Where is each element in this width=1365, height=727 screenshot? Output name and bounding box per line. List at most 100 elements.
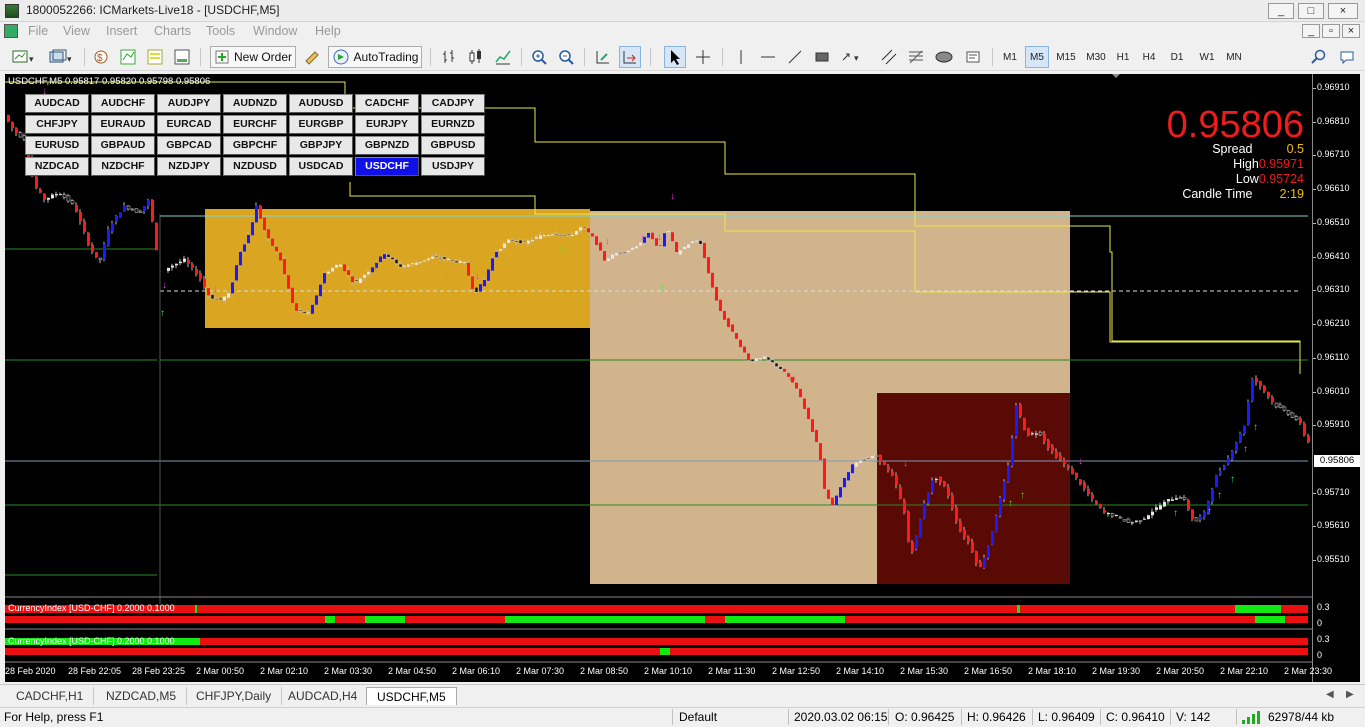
vertical-line-icon[interactable]: [730, 46, 752, 68]
autotrading-button[interactable]: AutoTrading: [328, 46, 422, 68]
tab-nzdcad-m5[interactable]: NZDCAD,M5: [96, 687, 188, 705]
menu-tools[interactable]: Tools: [206, 24, 235, 38]
channel-icon[interactable]: [878, 46, 900, 68]
timeframe-h1[interactable]: H1: [1112, 46, 1134, 68]
market-watch-icon[interactable]: $: [90, 46, 112, 68]
menu-help[interactable]: Help: [315, 24, 341, 38]
menu-view[interactable]: View: [63, 24, 90, 38]
timeframe-h4[interactable]: H4: [1138, 46, 1160, 68]
menu-window[interactable]: Window: [253, 24, 297, 38]
child-close-button[interactable]: ×: [1342, 24, 1360, 38]
pair-button-usdjpy[interactable]: USDJPY: [421, 157, 485, 176]
currency-index-bar: [5, 638, 1308, 645]
tab-usdchf-m5[interactable]: USDCHF,M5: [366, 687, 457, 705]
child-minimize-button[interactable]: _: [1302, 24, 1320, 38]
pair-button-nzdusd[interactable]: NZDUSD: [223, 157, 287, 176]
tab-chfjpy-daily[interactable]: CHFJPY,Daily: [186, 687, 283, 705]
pair-button-chfjpy[interactable]: CHFJPY: [25, 115, 89, 134]
tabs-scroll-right-icon[interactable]: ▶: [1346, 689, 1354, 700]
text-label-icon[interactable]: [962, 46, 984, 68]
tabs-scroll-left-icon[interactable]: ◀: [1326, 689, 1334, 700]
timeframe-d1[interactable]: D1: [1166, 46, 1188, 68]
candle-body: [1110, 513, 1115, 517]
close-button[interactable]: ×: [1328, 3, 1358, 19]
fibonacci-icon[interactable]: [905, 46, 927, 68]
candle-body: [803, 398, 806, 409]
autoscroll-icon[interactable]: [619, 46, 641, 68]
community-icon[interactable]: [1336, 46, 1358, 68]
zoom-out-icon[interactable]: [555, 46, 577, 68]
pair-button-usdcad[interactable]: USDCAD: [289, 157, 353, 176]
navigator-icon[interactable]: [144, 46, 166, 68]
pair-button-cadjpy[interactable]: CADJPY: [421, 94, 485, 113]
pair-button-cadchf[interactable]: CADCHF: [355, 94, 419, 113]
tab-cadchf-h1[interactable]: CADCHF,H1: [6, 687, 95, 705]
candle-body: [691, 241, 694, 244]
pair-button-gbpnzd[interactable]: GBPNZD: [355, 136, 419, 155]
pair-button-audnzd[interactable]: AUDNZD: [223, 94, 287, 113]
timeframe-mn[interactable]: MN: [1222, 46, 1246, 68]
arrows-menu-icon[interactable]: ▾: [838, 46, 870, 68]
pair-button-usdchf[interactable]: USDCHF: [355, 157, 419, 176]
pair-button-eurgbp[interactable]: EURGBP: [289, 115, 353, 134]
app-icon: [5, 4, 19, 18]
pair-button-eurjpy[interactable]: EURJPY: [355, 115, 419, 134]
candlestick-chart-icon[interactable]: [465, 46, 487, 68]
price-tick-mark: [1313, 290, 1316, 291]
pair-button-gbpaud[interactable]: GBPAUD: [91, 136, 155, 155]
timeframe-m30[interactable]: M30: [1082, 46, 1110, 68]
metaeditor-icon[interactable]: [300, 46, 324, 68]
profiles-icon[interactable]: ▾: [46, 46, 78, 68]
new-chart-icon[interactable]: ▾: [8, 46, 42, 68]
candle-body: [179, 261, 182, 264]
candle-body: [935, 479, 938, 481]
menu-insert[interactable]: Insert: [106, 24, 137, 38]
pair-button-gbpjpy[interactable]: GBPJPY: [289, 136, 353, 155]
pair-button-audchf[interactable]: AUDCHF: [91, 94, 155, 113]
price-axis[interactable]: 0.96910 0.96810 0.96710 0.96610 0.96510 0.964…: [1312, 74, 1360, 682]
pair-button-gbpchf[interactable]: GBPCHF: [223, 136, 287, 155]
rectangle-icon[interactable]: [811, 46, 833, 68]
pair-button-audjpy[interactable]: AUDJPY: [157, 94, 221, 113]
minimize-button[interactable]: _: [1268, 3, 1294, 19]
tab-audcad-h4[interactable]: AUDCAD,H4: [278, 687, 369, 705]
pair-button-nzdchf[interactable]: NZDCHF: [91, 157, 155, 176]
child-restore-button[interactable]: ▫: [1322, 24, 1340, 38]
pair-button-gbpcad[interactable]: GBPCAD: [157, 136, 221, 155]
pair-button-audusd[interactable]: AUDUSD: [289, 94, 353, 113]
pair-button-nzdcad[interactable]: NZDCAD: [25, 157, 89, 176]
chart-shift-icon[interactable]: [592, 46, 614, 68]
candle-body: [467, 262, 470, 276]
search-icon[interactable]: [1308, 46, 1330, 68]
terminal-icon[interactable]: [171, 46, 193, 68]
ellipse-icon[interactable]: [932, 46, 956, 68]
menu-charts[interactable]: Charts: [154, 24, 191, 38]
timeframe-m1[interactable]: M1: [998, 46, 1022, 68]
cursor-icon[interactable]: [664, 46, 686, 68]
pair-button-audcad[interactable]: AUDCAD: [25, 94, 89, 113]
line-chart-icon[interactable]: [492, 46, 514, 68]
candle-body: [827, 489, 830, 499]
pair-button-eurnzd[interactable]: EURNZD: [421, 115, 485, 134]
pair-button-euraud[interactable]: EURAUD: [91, 115, 155, 134]
bar-chart-icon[interactable]: [438, 46, 460, 68]
timeframe-m15[interactable]: M15: [1052, 46, 1080, 68]
horizontal-line-icon[interactable]: [757, 46, 779, 68]
timeframe-m5[interactable]: M5: [1025, 46, 1049, 68]
maximize-button[interactable]: □: [1298, 3, 1324, 19]
new-order-button[interactable]: New Order: [210, 46, 296, 68]
data-window-icon[interactable]: [117, 46, 139, 68]
pair-button-eurcad[interactable]: EURCAD: [157, 115, 221, 134]
trendline-icon[interactable]: [784, 46, 806, 68]
pair-button-nzdjpy[interactable]: NZDJPY: [157, 157, 221, 176]
pair-button-eurchf[interactable]: EURCHF: [223, 115, 287, 134]
crosshair-icon[interactable]: [692, 46, 714, 68]
sell-arrow-icon: ↓: [657, 232, 662, 243]
menu-file[interactable]: File: [28, 24, 48, 38]
pair-button-gbpusd[interactable]: GBPUSD: [421, 136, 485, 155]
zoom-in-icon[interactable]: [528, 46, 550, 68]
timeframe-w1[interactable]: W1: [1195, 46, 1219, 68]
chart-window[interactable]: ↑ ↑ ↑ ↑ ↑ ↑ ↑ ↑ ↑ ↑ ↑ ↑ ↑ ↑ ↓ ↓ ↓ ↓ ↓ ↓ ↓ ↓ ↓ ↓ ↓ ↓↓ USDCHF,M5 0.…: [5, 74, 1360, 682]
pair-button-eurusd[interactable]: EURUSD: [25, 136, 89, 155]
candle-body: [527, 240, 530, 244]
